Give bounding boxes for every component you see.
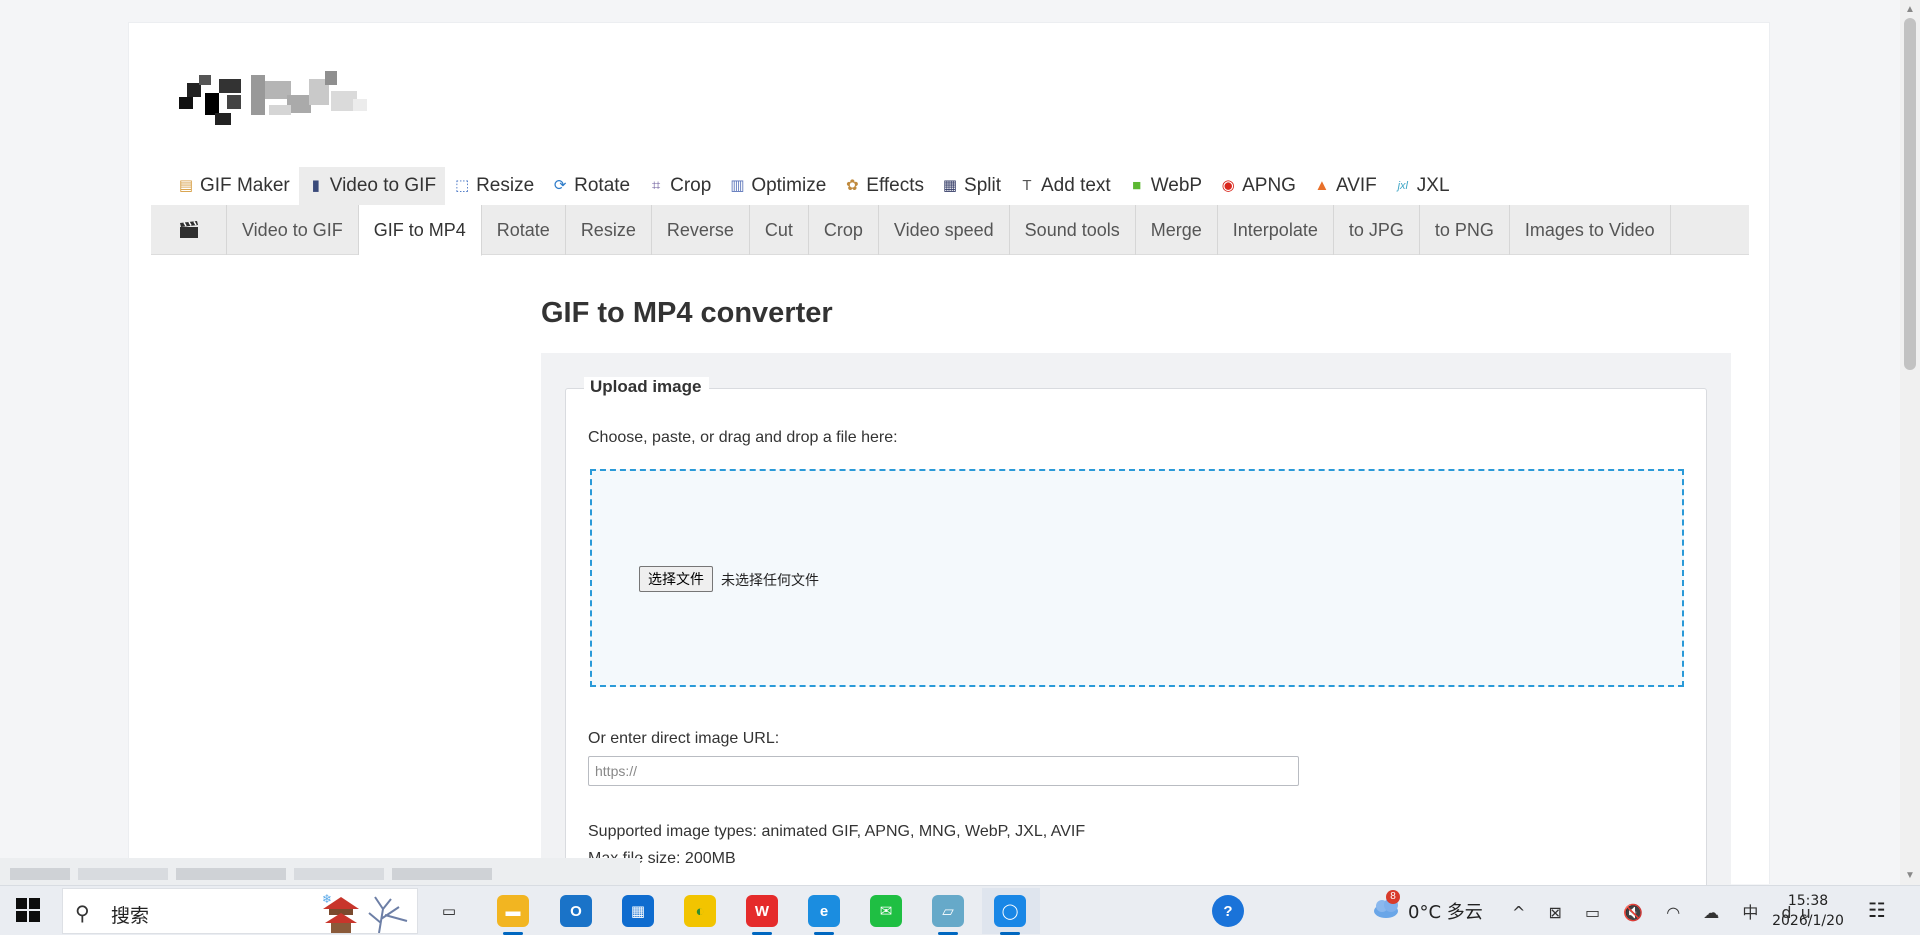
nav-label: Video to GIF — [329, 175, 437, 196]
nav-crop[interactable]: ⌗ Crop — [639, 167, 720, 205]
supported-types: Supported image types: animated GIF, APN… — [588, 823, 1086, 840]
upload-legend: Upload image — [584, 377, 710, 397]
clock[interactable]: 15:38 2026/1/20 — [1770, 891, 1846, 931]
rotate-icon: ⟳ — [553, 177, 567, 194]
svg-text:❄: ❄ — [322, 892, 332, 906]
taskbar-search[interactable]: ⚲ 搜索 ❄ — [62, 888, 418, 934]
apng-icon: ◉ — [1221, 177, 1235, 194]
nav-label: APNG — [1242, 175, 1296, 196]
nav-rotate[interactable]: ⟳ Rotate — [543, 167, 639, 205]
page-title: GIF to MP4 converter — [541, 297, 833, 329]
search-icon: ⚲ — [75, 903, 90, 925]
task-view-icon[interactable]: ▭ — [433, 895, 465, 927]
subnav-video-speed[interactable]: Video speed — [879, 205, 1010, 255]
nav-label: JXL — [1416, 175, 1450, 196]
clock-date: 2026/1/20 — [1772, 913, 1844, 929]
nav-optimize[interactable]: ▥ Optimize — [720, 167, 835, 205]
nav-label: Split — [964, 175, 1001, 196]
crop-icon: ⌗ — [651, 177, 661, 194]
status-bar-blurred — [0, 858, 640, 888]
film-icon: ▮ — [311, 177, 320, 194]
subnav-gif-to-mp4[interactable]: GIF to MP4 — [358, 205, 482, 256]
notepad-icon[interactable]: ▱ — [932, 895, 964, 935]
help-icon[interactable]: ? — [1212, 895, 1244, 927]
nav-resize[interactable]: ⬚ Resize — [445, 167, 543, 205]
store-icon[interactable]: ▦ — [622, 895, 654, 927]
weather-badge: 8 — [1386, 890, 1400, 904]
nav-label: WebP — [1150, 175, 1203, 196]
subnav-images-to-video[interactable]: Images to Video — [1510, 205, 1671, 255]
nav-split[interactable]: ▦ Split — [933, 167, 1010, 205]
nav-avif[interactable]: ▲ AVIF — [1305, 167, 1386, 205]
scroll-up-icon[interactable]: ▲ — [1900, 4, 1920, 15]
subnav-rotate[interactable]: Rotate — [482, 205, 566, 255]
browser-icon[interactable]: ◯ — [994, 895, 1026, 935]
outlook-icon[interactable]: O — [560, 895, 592, 927]
windows-start-icon[interactable] — [16, 898, 40, 922]
wechat-icon[interactable]: ✉ — [870, 895, 902, 927]
upload-panel: Upload image Choose, paste, or drag and … — [541, 353, 1731, 928]
subnav-crop[interactable]: Crop — [809, 205, 879, 255]
nav-label: AVIF — [1335, 175, 1377, 196]
search-highlight-art-icon: ❄ — [322, 892, 408, 933]
choose-file-button[interactable]: 选择文件 — [639, 566, 713, 592]
search-placeholder: 搜索 — [111, 905, 150, 927]
subnav-resize[interactable]: Resize — [566, 205, 652, 255]
clapperboard-icon[interactable] — [151, 205, 227, 255]
url-label: Or enter direct image URL: — [588, 730, 780, 747]
nav-label: Resize — [476, 175, 535, 196]
subnav-video-to-gif[interactable]: Video to GIF — [227, 205, 359, 255]
nav-effects[interactable]: ✿ Effects — [835, 167, 933, 205]
nav-add-text[interactable]: T Add text — [1010, 167, 1120, 205]
notification-center-icon[interactable]: ☷ — [1868, 898, 1886, 923]
page-card: ▤ GIF Maker ▮ Video to GIF ⬚ Resize ⟳ Rotate ⌗ Cr… — [128, 22, 1770, 928]
subnav-reverse[interactable]: Reverse — [652, 205, 750, 255]
gif-maker-icon: ▤ — [178, 177, 194, 194]
nav-label: GIF Maker — [200, 175, 290, 196]
edge-icon[interactable]: e — [808, 895, 840, 935]
scroll-thumb[interactable] — [1904, 18, 1916, 370]
jxl-icon: jxl — [1397, 180, 1408, 192]
effects-icon: ✿ — [845, 177, 859, 194]
resize-icon: ⬚ — [454, 177, 470, 194]
file-explorer-icon[interactable]: ▬ — [497, 895, 529, 935]
split-icon: ▦ — [942, 177, 958, 194]
upload-fieldset: Upload image Choose, paste, or drag and … — [565, 377, 1707, 928]
optimize-icon: ▥ — [730, 177, 745, 194]
nav-video-to-gif[interactable]: ▮ Video to GIF — [298, 167, 446, 205]
add-text-icon: T — [1022, 177, 1032, 194]
subnav-to-png[interactable]: to PNG — [1420, 205, 1510, 255]
scroll-down-icon[interactable]: ▼ — [1900, 870, 1920, 881]
nav-label: Effects — [866, 175, 925, 196]
subnav-cut[interactable]: Cut — [750, 205, 809, 255]
nav-apng[interactable]: ◉ APNG — [1211, 167, 1305, 205]
nav-label: Rotate — [574, 175, 631, 196]
choose-file-label: Choose, paste, or drag and drop a file h… — [588, 429, 898, 446]
image-url-input[interactable] — [588, 756, 1299, 786]
weather-text[interactable]: 0°C 多云 — [1408, 898, 1483, 924]
nav-webp[interactable]: ■ WebP — [1120, 167, 1211, 205]
subnav-interpolate[interactable]: Interpolate — [1218, 205, 1334, 255]
sub-nav: Video to GIF GIF to MP4 Rotate Resize Revers… — [151, 205, 1749, 256]
taskbar: ⚲ 搜索 ❄ ▭ ▬ O ▦ ◐ We ✉ ▱ ◯? 8 0°C 多云 ^ ⊠ ▭ 🔇 ◠ ☁ … — [0, 885, 1920, 935]
weather-icon[interactable]: 8 — [1372, 890, 1400, 918]
wps-icon[interactable]: W — [746, 895, 778, 935]
nav-label: Optimize — [751, 175, 827, 196]
site-logo[interactable] — [169, 71, 409, 131]
subnav-sound-tools[interactable]: Sound tools — [1010, 205, 1136, 255]
clock-time: 15:38 — [1787, 893, 1829, 909]
webp-icon: ■ — [1132, 177, 1142, 194]
subnav-to-jpg[interactable]: to JPG — [1334, 205, 1420, 255]
nav-label: Add text — [1040, 175, 1111, 196]
nav-gif-maker[interactable]: ▤ GIF Maker — [169, 167, 299, 205]
subnav-merge[interactable]: Merge — [1136, 205, 1218, 255]
page-scrollbar[interactable]: ▲ ▼ — [1900, 0, 1920, 885]
drop-zone[interactable]: 选择文件 未选择任何文件 — [590, 469, 1684, 687]
main-nav: ▤ GIF Maker ▮ Video to GIF ⬚ Resize ⟳ Rotate ⌗ Cr… — [169, 167, 1459, 205]
nav-jxl[interactable]: jxl JXL — [1386, 167, 1459, 205]
app-circle-icon[interactable]: ◐ — [684, 895, 716, 927]
nav-label: Crop — [670, 175, 712, 196]
file-status: 未选择任何文件 — [721, 573, 819, 589]
avif-icon: ▲ — [1314, 177, 1330, 194]
